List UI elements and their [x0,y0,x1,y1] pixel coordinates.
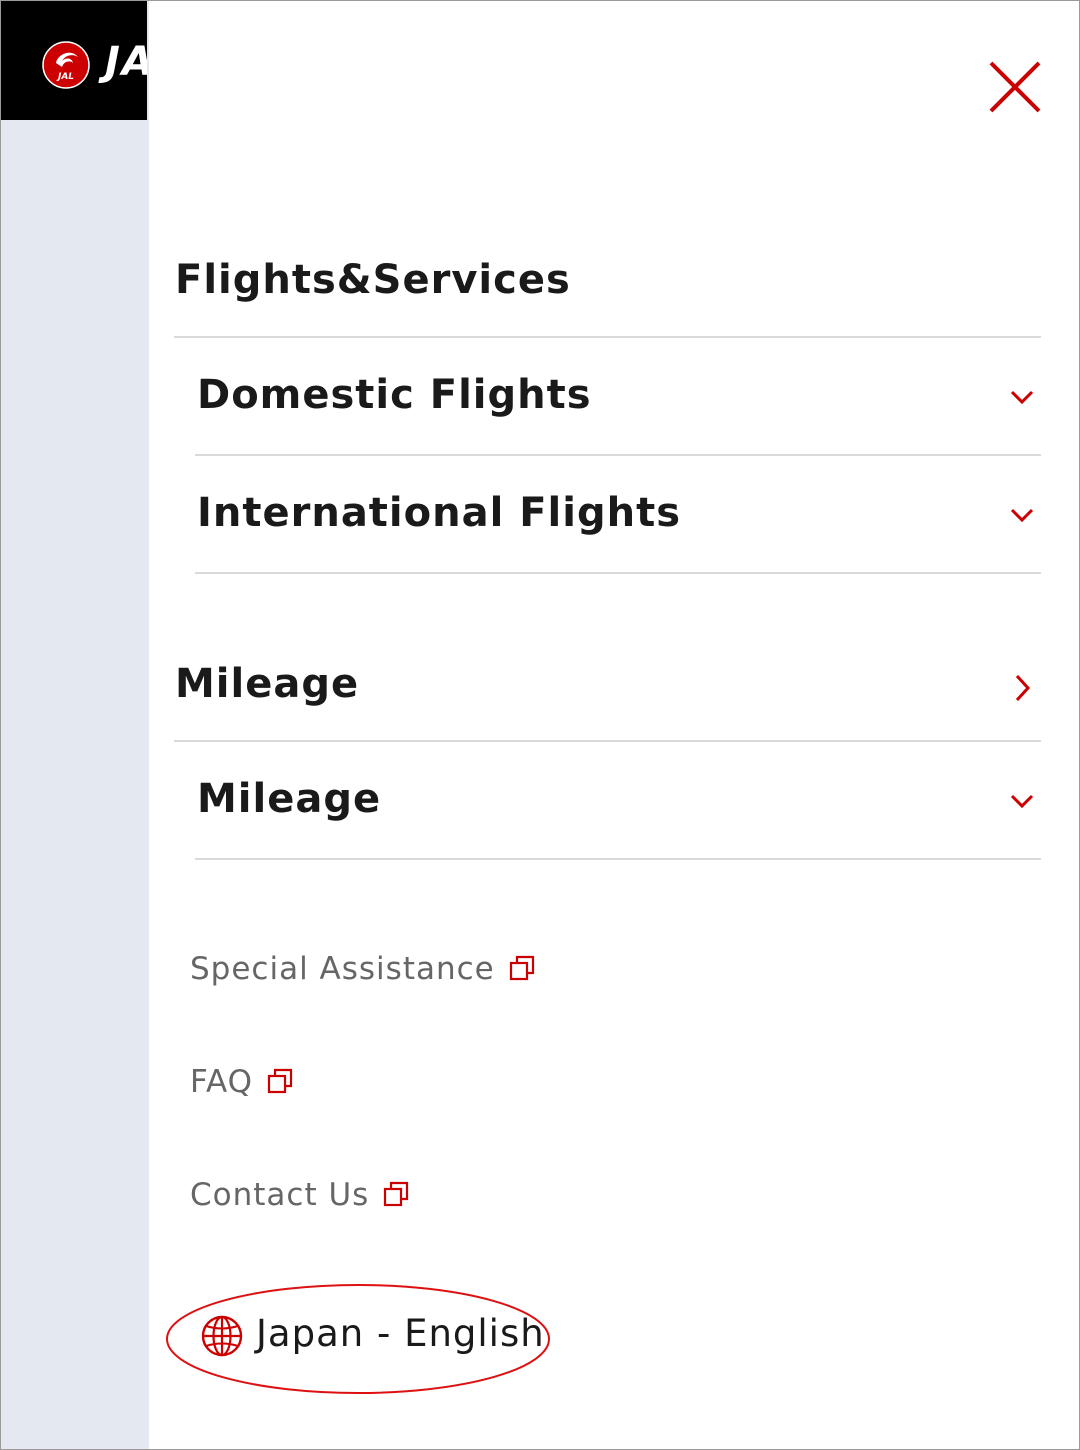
link-label: Contact Us [190,1177,370,1213]
svg-text:JAL: JAL [56,72,74,82]
nav-item-international-flights[interactable]: International Flights [195,456,1041,572]
external-link-icon [509,955,534,981]
link-faq[interactable]: FAQ [190,1064,293,1100]
menu-screen: JAL JAL Flights&Services Domestic Flight… [0,0,1080,1450]
jal-crane-emblem-icon: JAL [42,41,90,89]
link-label: Special Assistance [190,951,495,987]
chevron-down-icon [1010,390,1034,405]
background-overlay[interactable] [1,1,149,1449]
divider [195,858,1041,860]
link-special-assistance[interactable]: Special Assistance [190,951,535,987]
section-title-flights-services: Flights&Services [175,257,571,303]
link-contact-us[interactable]: Contact Us [190,1177,409,1213]
language-label: Japan - English [256,1312,545,1355]
nav-item-domestic-flights[interactable]: Domestic Flights [195,338,1041,454]
divider [195,572,1041,574]
chevron-right-icon [1015,674,1031,702]
nav-item-label: Mileage [197,776,382,822]
section-link-mileage[interactable]: Mileage [174,641,1041,739]
close-icon[interactable] [987,59,1043,115]
chevron-down-icon [1010,794,1034,809]
nav-item-label: Domestic Flights [197,372,592,418]
jal-logo[interactable]: JAL JAL [1,1,147,120]
nav-item-mileage[interactable]: Mileage [195,742,1041,858]
nav-item-label: International Flights [197,490,682,536]
globe-icon [201,1315,243,1357]
link-label: FAQ [190,1064,254,1100]
chevron-down-icon [1010,508,1034,523]
external-link-icon [267,1068,293,1094]
external-link-icon [384,1181,409,1207]
section-title-mileage: Mileage [175,661,360,707]
jal-wordmark: JAL [105,39,147,85]
